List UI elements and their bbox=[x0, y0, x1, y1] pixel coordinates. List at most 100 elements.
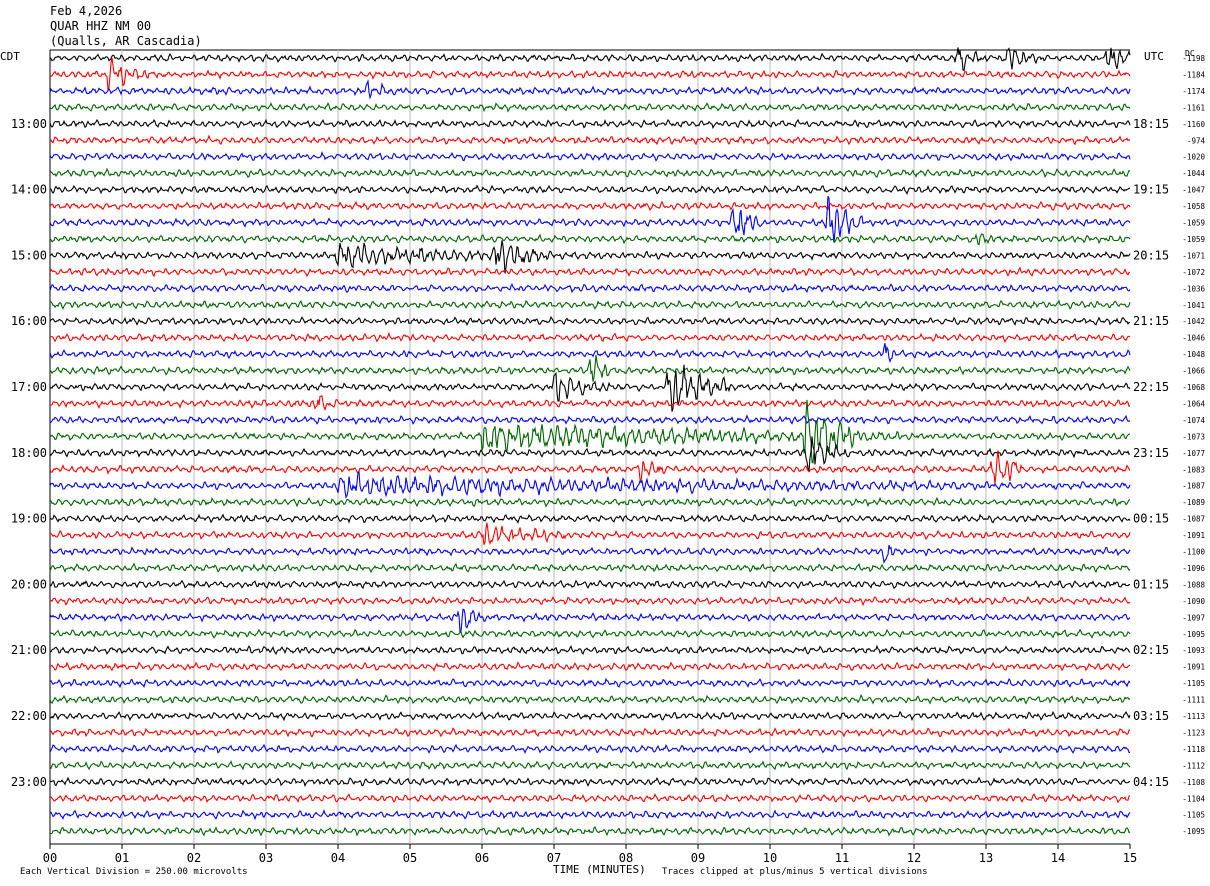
dc-offset-label: -1042 bbox=[1182, 317, 1205, 326]
dc-offset-label: -1161 bbox=[1182, 103, 1205, 112]
dc-offset-label: -1112 bbox=[1182, 761, 1205, 770]
seismic-trace bbox=[49, 283, 1131, 294]
dc-offset-label: -1059 bbox=[1182, 235, 1205, 244]
left-hour-label: 21:00 bbox=[11, 643, 47, 657]
right-timezone-label: UTC bbox=[1144, 50, 1164, 63]
seismic-trace bbox=[49, 743, 1130, 755]
dc-offset-label: -1048 bbox=[1182, 350, 1205, 359]
seismic-trace bbox=[49, 661, 1131, 672]
x-tick-label: 13 bbox=[979, 851, 993, 865]
dc-offset-label: -1097 bbox=[1182, 613, 1205, 622]
right-hour-label: 19:15 bbox=[1133, 183, 1169, 197]
seismic-trace bbox=[49, 628, 1131, 640]
dc-offset-label: -1105 bbox=[1182, 811, 1205, 820]
right-hour-label: 21:15 bbox=[1133, 314, 1169, 328]
dc-offset-label: -1095 bbox=[1182, 827, 1205, 836]
seismic-trace bbox=[49, 579, 1130, 590]
right-hour-label: 22:15 bbox=[1133, 380, 1169, 394]
seismic-trace bbox=[49, 331, 1131, 344]
seismic-trace bbox=[50, 776, 1131, 788]
dc-offset-label: -1091 bbox=[1182, 663, 1205, 672]
dc-column-label: DC bbox=[1185, 49, 1195, 58]
dc-offset-label: -1089 bbox=[1182, 498, 1205, 507]
dc-offset-label: -1088 bbox=[1182, 580, 1205, 589]
seismic-trace bbox=[49, 195, 1131, 243]
right-hour-label: 04:15 bbox=[1133, 775, 1169, 789]
seismic-trace bbox=[49, 200, 1131, 212]
right-hour-label: 18:15 bbox=[1133, 117, 1169, 131]
dc-offset-label: -1111 bbox=[1182, 696, 1205, 705]
seismic-trace bbox=[49, 266, 1131, 278]
seismic-trace bbox=[49, 562, 1131, 574]
seismic-trace bbox=[50, 793, 1131, 804]
left-hour-label: 22:00 bbox=[11, 709, 47, 723]
dc-offset-label: -1044 bbox=[1182, 169, 1205, 178]
seismic-trace bbox=[49, 47, 1131, 72]
left-hour-label: 19:00 bbox=[11, 512, 47, 526]
seismic-trace bbox=[49, 57, 1131, 92]
x-tick-label: 05 bbox=[403, 851, 417, 865]
dc-offset-label: -1068 bbox=[1182, 383, 1205, 392]
seismic-trace bbox=[49, 595, 1131, 607]
right-hour-label: 00:15 bbox=[1133, 512, 1169, 526]
station-code: QUAR HHZ NM 00 bbox=[50, 19, 152, 33]
seismic-trace bbox=[49, 316, 1131, 326]
dc-offset-label: -1174 bbox=[1182, 87, 1205, 96]
right-hour-label: 20:15 bbox=[1133, 248, 1169, 262]
x-tick-label: 02 bbox=[187, 851, 201, 865]
seismic-trace bbox=[49, 436, 1131, 472]
seismic-trace bbox=[49, 471, 1131, 499]
left-hour-label: 14:00 bbox=[11, 183, 47, 197]
right-hour-label: 01:15 bbox=[1133, 577, 1169, 591]
dc-offset-label: -1093 bbox=[1182, 646, 1205, 655]
seismic-trace bbox=[49, 102, 1131, 113]
seismic-trace bbox=[49, 710, 1131, 722]
dc-offset-label: -974 bbox=[1187, 136, 1206, 145]
seismic-trace bbox=[49, 644, 1131, 656]
x-tick-label: 00 bbox=[43, 851, 57, 865]
seismic-trace bbox=[49, 184, 1131, 195]
x-tick-label: 14 bbox=[1051, 851, 1065, 865]
x-tick-label: 11 bbox=[835, 851, 849, 865]
dc-offset-label: -1066 bbox=[1182, 367, 1205, 376]
x-axis-label: TIME (MINUTES) bbox=[553, 863, 646, 876]
seismic-trace bbox=[49, 809, 1131, 821]
chart-date: Feb 4,2026 bbox=[50, 4, 123, 18]
dc-offset-label: -1090 bbox=[1182, 597, 1205, 606]
seismic-trace bbox=[49, 727, 1130, 738]
dc-offset-label: -1087 bbox=[1182, 482, 1205, 491]
dc-offset-label: -1096 bbox=[1182, 564, 1205, 573]
right-hour-label: 23:15 bbox=[1133, 446, 1169, 460]
dc-offset-label: -1074 bbox=[1182, 416, 1205, 425]
right-hour-label: 02:15 bbox=[1133, 643, 1169, 657]
x-tick-label: 03 bbox=[259, 851, 273, 865]
left-hour-label: 17:00 bbox=[11, 380, 47, 394]
seismic-trace bbox=[49, 677, 1131, 689]
dc-offset-label: -1071 bbox=[1182, 251, 1205, 260]
seismic-trace bbox=[49, 496, 1131, 508]
left-hour-label: 18:00 bbox=[11, 446, 47, 460]
seismic-trace bbox=[49, 826, 1131, 837]
left-hour-label: 13:00 bbox=[11, 117, 47, 131]
seismic-trace bbox=[49, 134, 1131, 146]
seismic-trace bbox=[49, 450, 1131, 485]
seismic-trace bbox=[49, 118, 1131, 130]
seismic-trace bbox=[49, 299, 1131, 310]
dc-offset-label: -1083 bbox=[1182, 465, 1205, 474]
left-hour-label: 15:00 bbox=[11, 248, 47, 262]
clip-note: Traces clipped at plus/minus 5 vertical … bbox=[662, 867, 928, 877]
dc-offset-label: -1046 bbox=[1182, 334, 1205, 343]
x-tick-label: 09 bbox=[691, 851, 705, 865]
station-location: (Qualls, AR Cascadia) bbox=[50, 34, 202, 48]
helicorder-chart: 00 01 02 03 04 05 06 07 08 09 10 11 12 13 14 15-1198-11… bbox=[11, 47, 1206, 865]
seismic-trace bbox=[49, 760, 1131, 771]
x-tick-label: 04 bbox=[331, 851, 345, 865]
x-tick-label: 01 bbox=[115, 851, 129, 865]
dc-offset-label: -1105 bbox=[1182, 679, 1205, 688]
dc-offset-label: -1087 bbox=[1182, 515, 1205, 524]
seismic-trace bbox=[49, 513, 1131, 524]
dc-offset-label: -1072 bbox=[1182, 268, 1205, 277]
seismic-trace bbox=[49, 151, 1131, 162]
dc-offset-label: -1091 bbox=[1182, 531, 1205, 540]
left-timezone-label: CDT bbox=[0, 50, 20, 63]
